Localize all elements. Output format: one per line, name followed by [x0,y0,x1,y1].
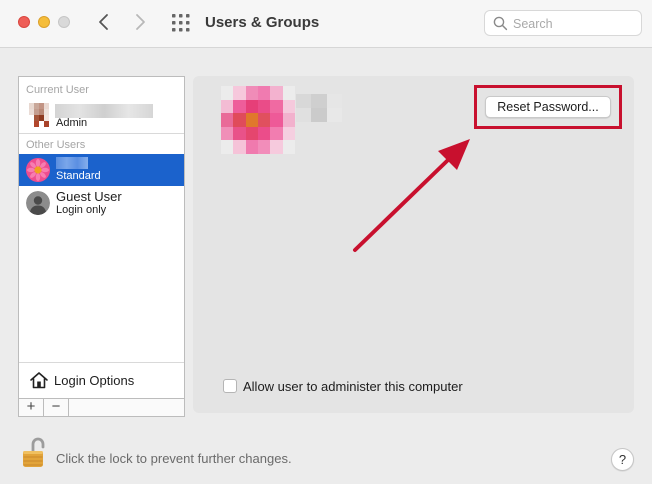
current-user-avatar [29,103,49,127]
redacted-username [55,104,153,118]
search-input[interactable] [513,15,637,32]
show-all-button[interactable] [170,12,192,34]
lock-status-text: Click the lock to prevent further change… [56,451,292,466]
current-user-header: Current User [26,84,89,96]
other-users-header: Other Users [26,139,86,151]
unlocked-padlock-icon[interactable] [21,436,47,471]
search-icon [493,16,508,31]
person-avatar-icon [26,191,50,215]
close-window-button[interactable] [18,16,30,28]
search-field[interactable] [484,10,642,36]
redacted-username [56,157,88,169]
allow-admin-label: Allow user to administer this computer [243,379,463,394]
chevron-right-icon [136,14,145,30]
user-list-sidebar: Current User Admin Other Users Standard … [18,76,185,417]
zoom-window-button[interactable] [58,16,70,28]
user-picture[interactable] [221,86,295,154]
user-row-standard[interactable]: Standard [19,154,184,186]
chevron-left-icon [99,14,108,30]
user-name: Guest User [56,189,122,204]
title-bar: Users & Groups [0,0,652,48]
house-icon [30,372,48,389]
back-button[interactable] [92,10,116,34]
login-options-label: Login Options [54,373,135,388]
help-button[interactable]: ? [611,448,634,471]
grid-icon [172,14,190,32]
redacted-full-name [296,94,342,122]
current-user-row[interactable]: Admin [19,99,184,133]
window-title: Users & Groups [205,14,320,31]
allow-admin-checkbox[interactable] [223,379,237,393]
remove-user-button[interactable]: − [44,399,69,417]
flower-avatar-icon [26,158,50,182]
annotation-highlight-box [474,85,622,129]
forward-button[interactable] [128,10,152,34]
add-user-button[interactable]: + [19,399,44,417]
current-user-role: Admin [56,117,88,129]
add-remove-bar: + − [19,398,184,417]
user-role: Standard [56,170,101,182]
minimize-window-button[interactable] [38,16,50,28]
user-role: Login only [56,204,107,216]
user-detail-panel: Reset Password... Allow user to administ… [193,76,634,413]
login-options-item[interactable]: Login Options [19,362,184,398]
user-row-guest[interactable]: Guest User Login only [19,186,184,218]
section-divider [19,133,184,134]
